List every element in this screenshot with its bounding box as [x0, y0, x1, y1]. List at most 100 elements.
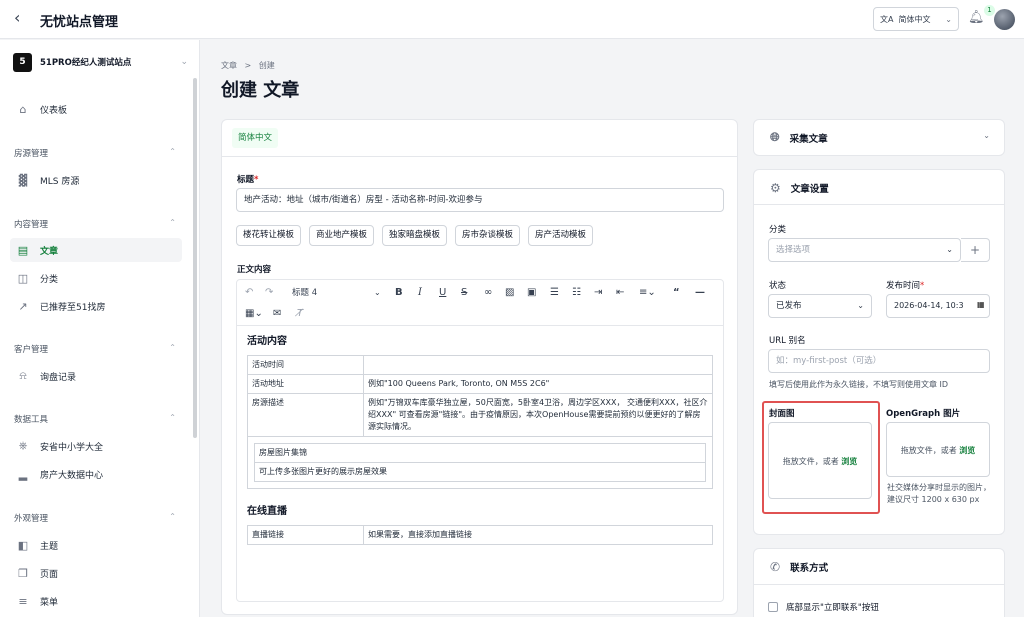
sidebar-item-mls[interactable]: ▓ MLS 房源 [10, 168, 182, 192]
sidebar-item-pages[interactable]: ❐ 页面 [10, 561, 182, 585]
ordered-list-icon[interactable]: ☷ [572, 286, 581, 300]
template-button-exclusive[interactable]: 独家暗盘模板 [382, 225, 448, 246]
site-name: 51PRO经纪人测试站点 [40, 58, 132, 68]
status-value: 已发布 [776, 301, 802, 311]
horizontal-rule-icon[interactable]: — [695, 286, 705, 300]
template-button-event[interactable]: 房产活动模板 [528, 225, 594, 246]
bullet-list-icon[interactable]: ☰ [550, 286, 559, 300]
category-label: 分类 [769, 225, 787, 235]
language-select[interactable]: 文A 简体中文 ⌄ [873, 7, 959, 31]
breadcrumb-separator: > [244, 61, 252, 70]
gallery-title: 房屋图片集锦 [259, 448, 307, 457]
sidebar-item-categories[interactable]: ◫ 分类 [10, 266, 182, 290]
content-heading-activity: 活动内容 [247, 336, 287, 347]
sidebar-item-themes[interactable]: ◧ 主题 [10, 533, 182, 557]
slug-input[interactable]: 如：my-first-post（可选） [768, 349, 990, 373]
table-cell: 例如"100 Queens Park, Toronto, ON M5S 2C6" [363, 374, 713, 394]
site-switcher[interactable]: 5 51PRO经纪人测试站点 ⌄ [13, 52, 188, 72]
indent-icon[interactable]: ⇥ [594, 286, 602, 300]
group-label: 外观管理 [14, 514, 49, 524]
template-button-commercial[interactable]: 商业地产模板 [309, 225, 375, 246]
browse-link[interactable]: 浏览 [959, 446, 975, 455]
table-cell: 直播链接 [247, 525, 364, 545]
collect-article-title: 采集文章 [789, 133, 828, 145]
highlight-box [762, 401, 880, 514]
chevron-down-icon: ⌄ [946, 245, 953, 254]
sidebar-item-articles[interactable]: ▤ 文章 [10, 238, 182, 262]
template-button-presale[interactable]: 楼花转让模板 [236, 225, 302, 246]
align-icon[interactable]: ≡⌄ [639, 286, 656, 300]
heading-select[interactable]: 标题 4 [292, 286, 317, 300]
status-select[interactable]: 已发布 ⌄ [768, 294, 872, 318]
collect-article-card[interactable]: 🌐︎ 采集文章 ⌄ [753, 119, 1005, 156]
sidebar-item-label: MLS 房源 [40, 176, 80, 187]
table-icon[interactable]: ▦⌄ [245, 307, 263, 321]
chevron-down-icon[interactable]: ⌄ [983, 131, 990, 140]
link-icon[interactable]: ∞ [484, 286, 492, 300]
article-settings-header: ⚙ 文章设置 [770, 181, 829, 195]
group-data[interactable]: 数据工具 ⌃ [14, 413, 176, 425]
chevron-up-icon: ⌃ [169, 343, 176, 352]
slug-help: 填写后使用此作为永久链接，不填写则使用文章 ID [769, 380, 949, 389]
bar-chart-icon: ▂ [18, 467, 28, 481]
breadcrumb-current: 创建 [258, 61, 275, 70]
editor-card: 简体中文 标题* 地产活动：地址（城市/街道名）房型 - 活动名称-时间-欢迎参… [221, 119, 738, 615]
home-icon: ⌂ [19, 102, 27, 116]
calendar-icon[interactable]: ▦ [977, 300, 985, 309]
og-dropzone[interactable]: 拖放文件，或者 浏览 [886, 422, 990, 477]
group-appearance[interactable]: 外观管理 ⌃ [14, 512, 176, 524]
sidebar-item-schools[interactable]: ⎈ 安省中小学大全 [10, 434, 182, 458]
sidebar-item-menus[interactable]: ≡ 菜单 [10, 589, 182, 613]
publish-time-input[interactable]: 2026-04-14, 10:3 [886, 294, 990, 318]
external-link-icon: ↗ [18, 299, 28, 313]
group-content[interactable]: 内容管理 ⌃ [14, 218, 176, 230]
top-bar: ‹ 无忧站点管理 文A 简体中文 ⌄ 🔔︎ 1 [0, 0, 1024, 39]
italic-icon[interactable]: I [418, 286, 422, 300]
category-select[interactable]: 选择选项 ⌄ [768, 238, 961, 262]
redo-icon[interactable]: ↷ [265, 286, 273, 300]
table-cell: 例如"万锦双车库豪华独立屋，50尺面宽，5卧室4卫浴，周边学区XXX， 交通便利… [363, 393, 713, 437]
bell-icon: ⍾ [19, 369, 27, 382]
sidebar-scrollbar[interactable] [193, 78, 197, 438]
strikethrough-icon[interactable]: S [461, 286, 467, 300]
activity-table: 活动时间 活动地址 例如"100 Queens Park, Toronto, ON… [247, 355, 713, 489]
chevron-left-icon[interactable]: ‹ [14, 9, 20, 27]
video-icon[interactable]: ▣ [527, 286, 536, 300]
template-button-market-talk[interactable]: 房市杂谈模板 [455, 225, 521, 246]
add-category-button[interactable]: + [961, 238, 990, 262]
sidebar-item-recommended[interactable]: ↗ 已推荐至51找房 [10, 294, 182, 318]
avatar[interactable] [994, 9, 1015, 30]
group-customers[interactable]: 客户管理 ⌃ [14, 343, 176, 355]
body-label: 正文内容 [237, 265, 272, 275]
bold-icon[interactable]: B [395, 286, 403, 300]
title-input[interactable]: 地产活动：地址（城市/街道名）房型 - 活动名称-时间-欢迎参与 [236, 188, 724, 212]
clear-format-icon[interactable]: T̸ [297, 307, 303, 321]
sidebar-item-dashboard[interactable]: ⌂ 仪表板 [10, 97, 182, 121]
group-label: 客户管理 [14, 345, 49, 355]
underline-icon[interactable]: U [439, 286, 446, 300]
og-label: OpenGraph 图片 [886, 409, 961, 419]
image-icon[interactable]: ▨ [505, 286, 514, 300]
sidebar-item-label: 仪表板 [40, 105, 68, 116]
phone-icon: ✆ [770, 560, 781, 574]
bell-icon[interactable]: 🔔︎ [968, 10, 985, 25]
group-listings[interactable]: 房源管理 ⌃ [14, 147, 176, 159]
contact-checkbox[interactable] [768, 602, 778, 612]
undo-icon[interactable]: ↶ [245, 286, 253, 300]
breadcrumb-parent[interactable]: 文章 [221, 61, 237, 70]
sidebar-item-label: 菜单 [40, 597, 59, 608]
chevron-up-icon: ⌃ [169, 413, 176, 422]
sidebar-item-bigdata[interactable]: ▂ 房产大数据中心 [10, 462, 182, 486]
gallery-text: 可上传多张图片更好的展示房屋效果 [255, 462, 705, 481]
tab-language[interactable]: 简体中文 [232, 128, 279, 148]
quote-icon[interactable]: “ [673, 286, 680, 300]
email-icon[interactable]: ✉ [273, 307, 281, 321]
sidebar-item-inquiries[interactable]: ⍾ 询盘记录 [10, 364, 182, 388]
chevron-down-icon[interactable]: ⌄ [374, 286, 381, 300]
slug-label: URL 别名 [769, 336, 806, 346]
rich-text-editor[interactable]: ↶ ↷ 标题 4 ⌄ B I U S ∞ ▨ ▣ ☰ ☷ ⇥ ⇤ ≡⌄ “ — … [236, 279, 724, 602]
editor-content[interactable]: 活动内容 活动时间 活动地址 例如"100 Queens Park, Toront… [247, 332, 717, 545]
article-settings-title: 文章设置 [790, 184, 829, 195]
outdent-icon[interactable]: ⇤ [616, 286, 624, 300]
theme-icon: ◧ [17, 538, 29, 552]
